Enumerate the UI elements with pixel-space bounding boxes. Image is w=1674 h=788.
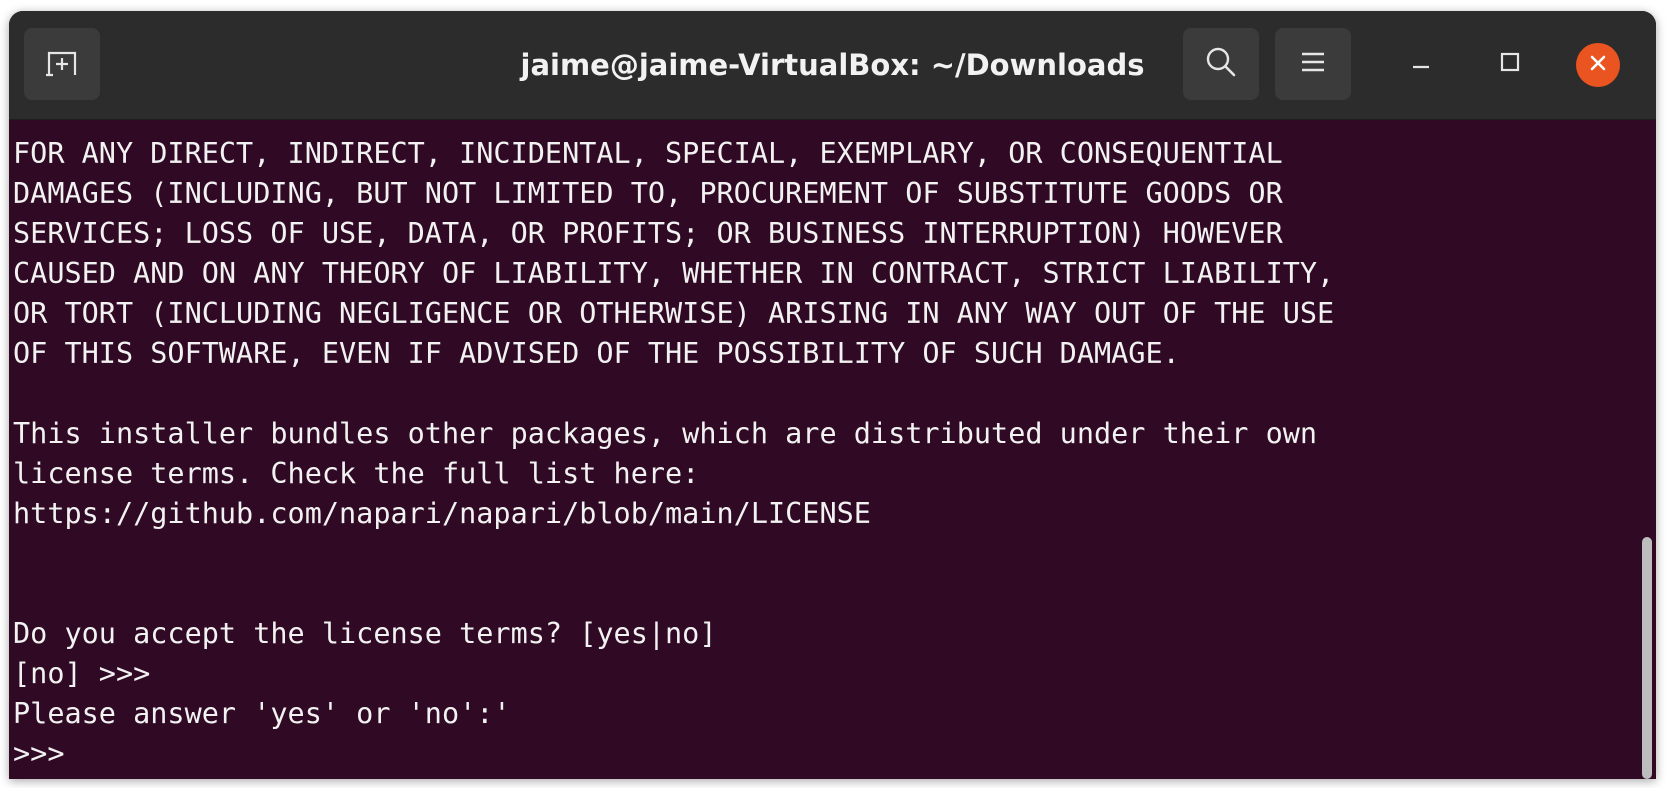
maximize-button[interactable] bbox=[1487, 41, 1533, 87]
terminal-line: Do you accept the license terms? [yes|no… bbox=[13, 617, 717, 650]
terminal-line: FOR ANY DIRECT, INDIRECT, INCIDENTAL, SP… bbox=[13, 137, 1283, 170]
terminal-line: DAMAGES (INCLUDING, BUT NOT LIMITED TO, … bbox=[13, 177, 1283, 210]
terminal-output[interactable]: FOR ANY DIRECT, INDIRECT, INCIDENTAL, SP… bbox=[9, 120, 1639, 779]
close-button-circle bbox=[1576, 43, 1620, 87]
title-bar[interactable]: jaime@jaime-VirtualBox: ~/Downloads bbox=[9, 11, 1656, 120]
terminal-line: OR TORT (INCLUDING NEGLIGENCE OR OTHERWI… bbox=[13, 297, 1335, 330]
close-icon bbox=[1587, 52, 1609, 79]
terminal-line: https://github.com/napari/napari/blob/ma… bbox=[13, 497, 871, 530]
search-icon bbox=[1204, 45, 1238, 84]
terminal-window: jaime@jaime-VirtualBox: ~/Downloads FOR … bbox=[9, 11, 1656, 779]
hamburger-menu-icon bbox=[1299, 50, 1327, 79]
maximize-icon bbox=[1499, 51, 1521, 78]
scrollbar-thumb[interactable] bbox=[1642, 537, 1652, 779]
close-button[interactable] bbox=[1575, 42, 1621, 88]
terminal-line: Please answer 'yes' or 'no':' bbox=[13, 697, 511, 730]
new-tab-icon bbox=[45, 47, 79, 82]
terminal-line: This installer bundles other packages, w… bbox=[13, 417, 1318, 450]
terminal-line: CAUSED AND ON ANY THEORY OF LIABILITY, W… bbox=[13, 257, 1335, 290]
minimize-button[interactable] bbox=[1398, 41, 1444, 87]
menu-button[interactable] bbox=[1275, 28, 1351, 100]
search-button[interactable] bbox=[1183, 28, 1259, 100]
terminal-line: OF THIS SOFTWARE, EVEN IF ADVISED OF THE… bbox=[13, 337, 1180, 370]
terminal-line: [no] >>> bbox=[13, 657, 168, 690]
minimize-icon bbox=[1410, 51, 1432, 78]
terminal-line: license terms. Check the full list here: bbox=[13, 457, 700, 490]
terminal-line: SERVICES; LOSS OF USE, DATA, OR PROFITS;… bbox=[13, 217, 1283, 250]
terminal-prompt-line: >>> bbox=[13, 737, 82, 770]
new-tab-button[interactable] bbox=[24, 28, 100, 100]
